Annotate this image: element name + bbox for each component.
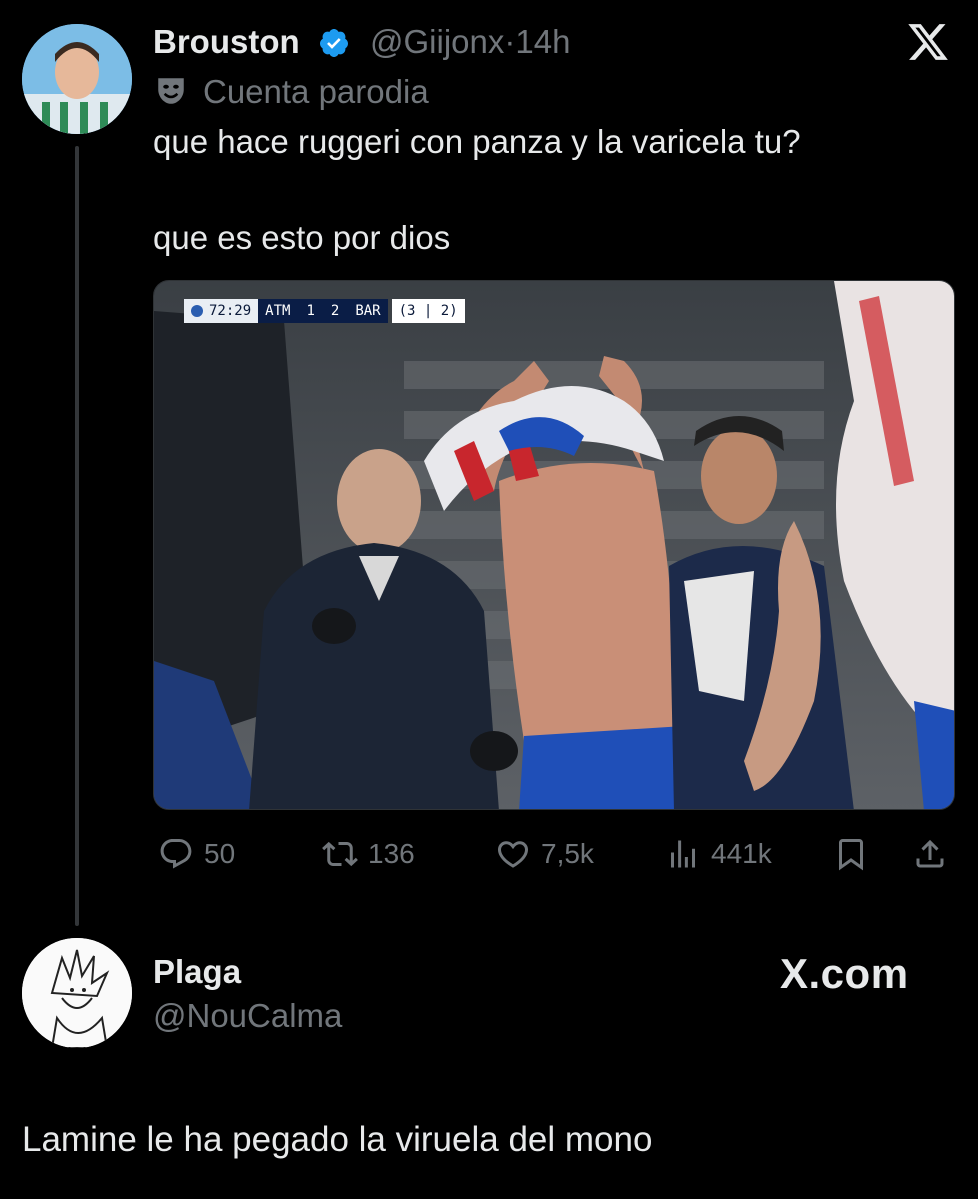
share-button[interactable]: [912, 836, 948, 872]
match-clock: 72:29: [209, 303, 252, 319]
x-logo-icon: [905, 20, 951, 64]
dot-separator: ·: [504, 23, 516, 60]
share-icon: [916, 839, 944, 868]
scorebug-teams-box: ATM 1 2 BAR: [258, 299, 388, 323]
author-name[interactable]: Brouston: [153, 22, 300, 62]
author-avatar[interactable]: [22, 24, 132, 134]
reply-author-handle[interactable]: @NouCalma: [153, 996, 342, 1036]
tweet-media-image[interactable]: 72:29 ATM 1 2 BAR (3 | 2): [153, 280, 955, 810]
x-com-watermark: X.com: [780, 950, 909, 997]
views-chart-icon: [671, 840, 695, 868]
reply-author-avatar[interactable]: [22, 938, 132, 1048]
tweet-text-line-2: que es esto por dios: [153, 219, 451, 256]
author-handle[interactable]: @Giijonx: [370, 23, 504, 60]
match-scorebug: 72:29 ATM 1 2 BAR (3 | 2): [184, 299, 465, 323]
tweet-text-line-1: que hace ruggeri con panza y la varicela…: [153, 123, 801, 160]
author-handle-and-time[interactable]: @Giijonx·14h: [370, 22, 570, 62]
reply-text: Lamine le ha pegado la viruela del mono: [22, 1120, 653, 1159]
like-count: 7,5k: [541, 838, 594, 869]
bookmark-icon: [839, 839, 863, 871]
retweet-button[interactable]: 136: [322, 836, 415, 872]
thread-connector-line: [75, 146, 79, 926]
ucl-ball-icon: [191, 305, 203, 317]
bookmark-button[interactable]: [833, 836, 869, 872]
verified-badge-icon: [318, 27, 350, 59]
reply-author-name[interactable]: Plaga: [153, 952, 241, 992]
like-button[interactable]: 7,5k: [495, 836, 594, 872]
retweet-icon: [322, 841, 358, 867]
theater-mask-icon: [154, 74, 188, 108]
scorebug-clock-box: 72:29: [184, 299, 259, 323]
home-score: 1: [306, 303, 315, 319]
away-score: 2: [330, 303, 340, 319]
reply-button[interactable]: 50: [158, 836, 235, 872]
reply-icon: [160, 839, 192, 869]
views-button[interactable]: 441k: [665, 836, 772, 872]
parody-account-label: Cuenta parodia: [203, 73, 429, 110]
match-photo: [154, 281, 954, 809]
heart-icon: [497, 841, 529, 868]
home-team: ATM: [265, 303, 291, 319]
aggregate-score: (3 | 2): [391, 299, 465, 323]
reply-count: 50: [204, 838, 236, 869]
views-count: 441k: [711, 838, 772, 869]
away-team: BAR: [355, 303, 381, 319]
retweet-count: 136: [368, 838, 415, 869]
timestamp[interactable]: 14h: [515, 23, 570, 60]
